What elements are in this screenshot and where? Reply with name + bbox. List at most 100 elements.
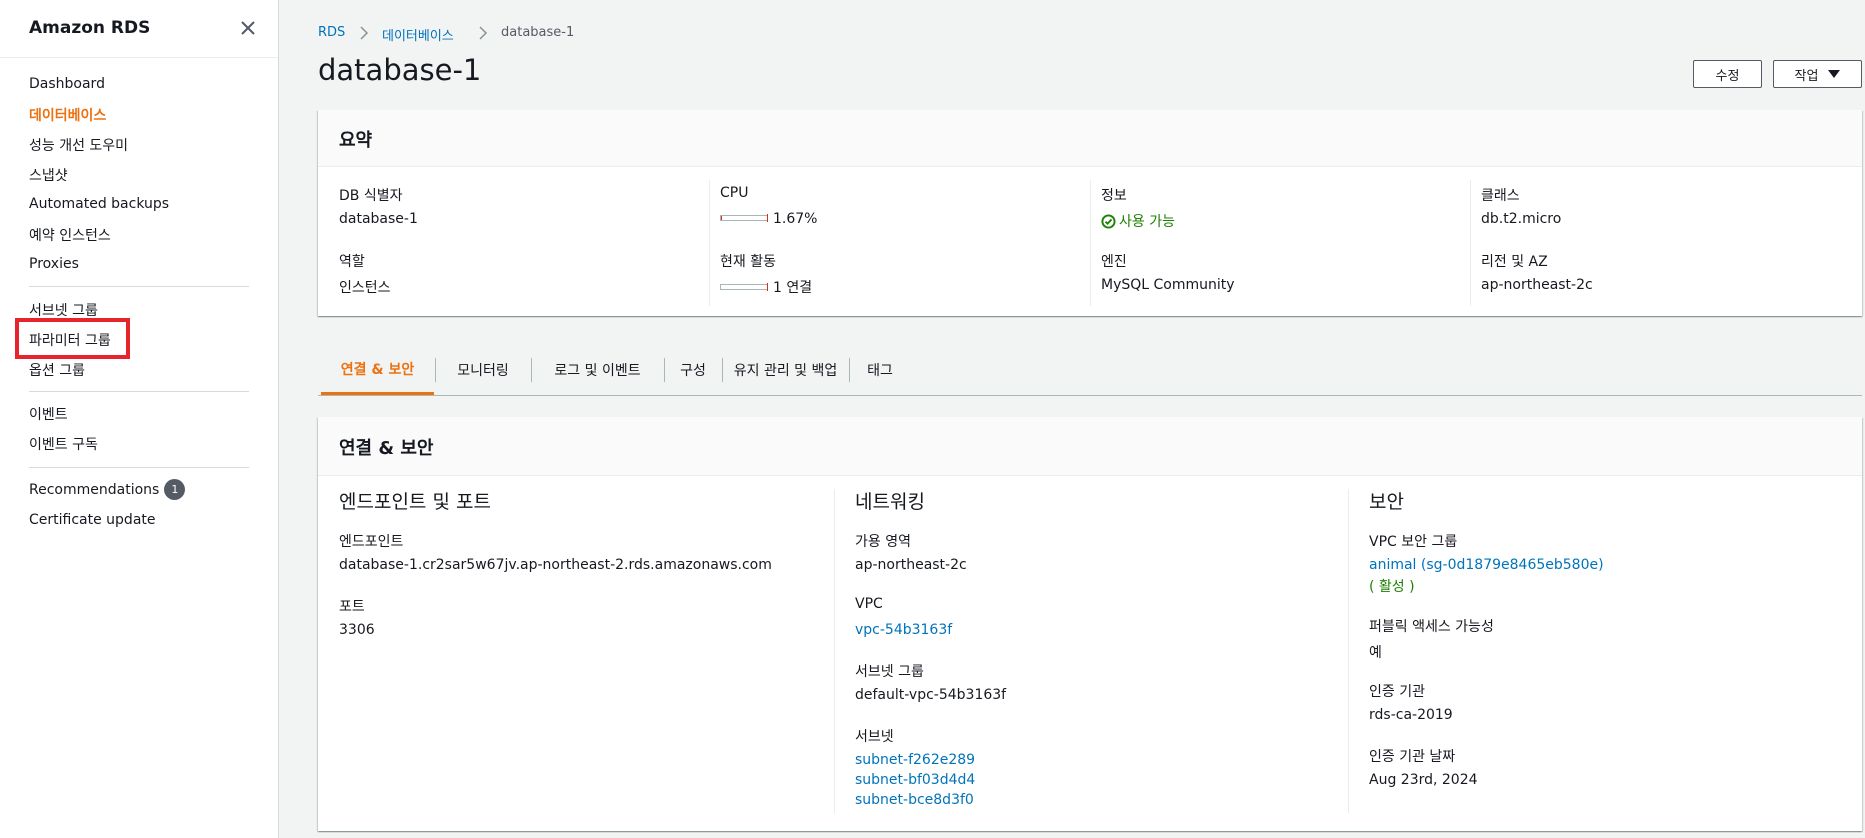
public-access-label: 퍼블릭 액세스 가능성 xyxy=(1369,619,1494,635)
summary-panel: 요약 DB 식별자 database-1 역할 인스턴스 CPU 1.67% 현… xyxy=(318,110,1862,316)
db-identifier-label: DB 식별자 xyxy=(339,188,403,204)
tab-connectivity-security[interactable]: 연결 & 보안 xyxy=(321,345,434,395)
tab-configuration[interactable]: 구성 xyxy=(665,345,721,395)
status-value: 사용 가능 xyxy=(1101,211,1175,231)
tab-monitoring[interactable]: 모니터링 xyxy=(436,345,530,395)
class-label: 클래스 xyxy=(1481,188,1520,204)
endpoint-value: database-1.cr2sar5w67jv.ap-northeast-2.r… xyxy=(339,557,772,573)
close-icon[interactable] xyxy=(238,18,258,38)
sidebar-item-label: Recommendations xyxy=(29,482,160,498)
cpu-percent: 1.67% xyxy=(773,211,818,227)
sidebar-item-performance-insights[interactable]: 성능 개선 도우미 xyxy=(29,135,128,155)
connections-count: 1 연결 xyxy=(773,280,813,296)
summary-header: 요약 xyxy=(318,110,1862,167)
sidebar-divider xyxy=(29,286,249,287)
security-group-link[interactable]: animal (sg-0d1879e8465eb580e) xyxy=(1369,557,1604,573)
sidebar-item-event-subscriptions[interactable]: 이벤트 구독 xyxy=(29,434,98,454)
column-divider xyxy=(709,180,710,306)
sidebar-item-option-groups[interactable]: 옵션 그룹 xyxy=(29,360,85,380)
current-activity-value: 1 연결 xyxy=(720,277,812,297)
current-activity-label: 현재 활동 xyxy=(720,254,776,270)
chevron-right-icon xyxy=(479,26,488,40)
modify-button-label: 수정 xyxy=(1715,68,1740,84)
sidebar-item-automated-backups[interactable]: Automated backups xyxy=(29,196,169,212)
endpoint-label: 엔드포인트 xyxy=(339,534,404,550)
sidebar-item-events[interactable]: 이벤트 xyxy=(29,404,68,424)
security-group-status: ( 활성 ) xyxy=(1369,579,1415,595)
endpoint-port-heading: 엔드포인트 및 포트 xyxy=(339,491,491,513)
column-divider xyxy=(1348,489,1349,813)
role-value: 인스턴스 xyxy=(339,280,391,296)
subnet-link[interactable]: subnet-bf03d4d4 xyxy=(855,772,975,788)
vpc-security-group-label: VPC 보안 그룹 xyxy=(1369,534,1458,550)
sidebar-item-dashboard[interactable]: Dashboard xyxy=(29,76,105,92)
breadcrumb-current: database-1 xyxy=(501,25,575,40)
sidebar-item-proxies[interactable]: Proxies xyxy=(29,256,79,272)
sidebar: Amazon RDS Dashboard 데이터베이스 성능 개선 도우미 스냅… xyxy=(0,0,279,838)
status-text: 사용 가능 xyxy=(1119,214,1175,230)
sidebar-item-databases[interactable]: 데이터베이스 xyxy=(29,105,106,125)
port-label: 포트 xyxy=(339,599,365,615)
column-divider xyxy=(834,489,835,813)
vpc-link[interactable]: vpc-54b3163f xyxy=(855,622,952,638)
tab-tags[interactable]: 태그 xyxy=(850,345,910,395)
cpu-usage-bar xyxy=(720,214,768,222)
check-circle-icon xyxy=(1101,214,1116,229)
subnet-group-label: 서브넷 그룹 xyxy=(855,664,924,680)
region-az-label: 리전 및 AZ xyxy=(1481,254,1548,270)
detail-tabs: 연결 & 보안 모니터링 로그 및 이벤트 구성 유지 관리 및 백업 태그 xyxy=(318,345,1862,396)
subnets-label: 서브넷 xyxy=(855,729,894,745)
sidebar-divider xyxy=(29,391,249,392)
subnet-link[interactable]: subnet-f262e289 xyxy=(855,752,975,768)
certificate-authority-date-label: 인증 기관 날짜 xyxy=(1369,749,1456,765)
cpu-value: 1.67% xyxy=(720,211,817,227)
subnet-group-value: default-vpc-54b3163f xyxy=(855,687,1007,703)
cpu-label: CPU xyxy=(720,185,749,201)
activity-bar xyxy=(720,283,768,291)
public-access-value: 예 xyxy=(1369,645,1382,661)
sidebar-item-subnet-groups[interactable]: 서브넷 그룹 xyxy=(29,300,98,320)
sidebar-header: Amazon RDS xyxy=(0,0,278,58)
db-identifier-value: database-1 xyxy=(339,211,418,227)
role-label: 역할 xyxy=(339,254,365,270)
modify-button[interactable]: 수정 xyxy=(1693,60,1762,88)
vpc-label: VPC xyxy=(855,596,883,612)
breadcrumb-databases[interactable]: 데이터베이스 xyxy=(382,25,454,44)
certificate-authority-date-value: Aug 23rd, 2024 xyxy=(1369,772,1478,788)
column-divider xyxy=(1090,180,1091,306)
security-heading: 보안 xyxy=(1369,491,1404,513)
tab-logs-events[interactable]: 로그 및 이벤트 xyxy=(532,345,663,395)
networking-heading: 네트워킹 xyxy=(855,491,925,513)
summary-title: 요약 xyxy=(339,130,373,151)
count-badge: 1 xyxy=(164,479,186,500)
engine-label: 엔진 xyxy=(1101,254,1127,270)
certificate-authority-label: 인증 기관 xyxy=(1369,684,1425,700)
actions-dropdown-button[interactable]: 작업 xyxy=(1773,60,1862,88)
sidebar-divider xyxy=(29,467,249,468)
port-value: 3306 xyxy=(339,622,375,638)
class-value: db.t2.micro xyxy=(1481,211,1562,227)
availability-zone-value: ap-northeast-2c xyxy=(855,557,967,573)
connectivity-title: 연결 & 보안 xyxy=(339,438,434,459)
certificate-authority-value: rds-ca-2019 xyxy=(1369,707,1453,723)
connectivity-security-panel: 연결 & 보안 엔드포인트 및 포트 엔드포인트 database-1.cr2s… xyxy=(318,417,1862,831)
availability-zone-label: 가용 영역 xyxy=(855,534,911,550)
sidebar-item-recommendations[interactable]: Recommendations 1 xyxy=(29,479,186,500)
sidebar-item-parameter-groups[interactable]: 파라미터 그룹 xyxy=(29,330,111,350)
actions-button-label: 작업 xyxy=(1794,68,1819,84)
region-az-value: ap-northeast-2c xyxy=(1481,277,1593,293)
sidebar-item-certificate-update[interactable]: Certificate update xyxy=(29,512,156,528)
tab-maintenance-backups[interactable]: 유지 관리 및 백업 xyxy=(723,345,848,395)
subnet-link[interactable]: subnet-bce8d3f0 xyxy=(855,792,974,808)
engine-value: MySQL Community xyxy=(1101,277,1235,293)
sidebar-item-snapshots[interactable]: 스냅샷 xyxy=(29,165,68,185)
sidebar-title: Amazon RDS xyxy=(29,18,151,38)
sidebar-item-reserved-instances[interactable]: 예약 인스턴스 xyxy=(29,225,111,245)
chevron-right-icon xyxy=(360,26,369,40)
page-title: database-1 xyxy=(318,53,482,87)
breadcrumb-rds[interactable]: RDS xyxy=(318,25,345,40)
column-divider xyxy=(1470,180,1471,306)
connectivity-header: 연결 & 보안 xyxy=(318,417,1862,476)
caret-down-icon xyxy=(1828,70,1841,78)
status-label: 정보 xyxy=(1101,188,1127,204)
